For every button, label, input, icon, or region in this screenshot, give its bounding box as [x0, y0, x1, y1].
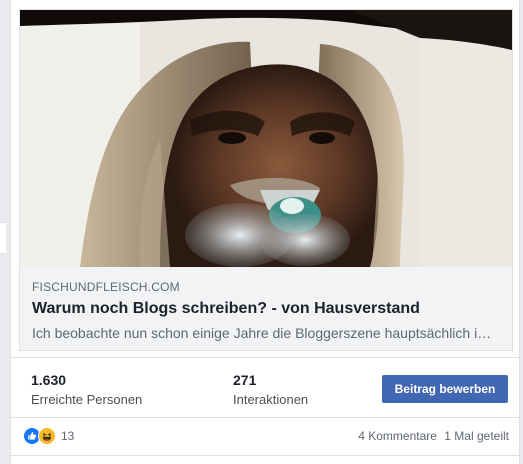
post-insights-row: 1.630 Erreichte Personen 271 Interaktion…: [11, 357, 519, 417]
link-title[interactable]: Warum noch Blogs schreiben? - von Hausve…: [32, 298, 502, 320]
divider: [11, 455, 519, 456]
reach-label: Erreichte Personen: [31, 392, 143, 407]
link-preview[interactable]: FISCHUNDFLEISCH.COM Warum noch Blogs sch…: [19, 9, 513, 351]
link-domain: FISCHUNDFLEISCH.COM: [32, 280, 180, 294]
boost-post-button[interactable]: Beitrag bewerben: [382, 375, 508, 403]
reactions-count: 13: [61, 429, 75, 443]
comments-count-link[interactable]: 4 Kommentare: [358, 429, 437, 443]
link-description: Ich beobachte nun schon einige Jahre die…: [32, 325, 502, 341]
reactions-summary[interactable]: 13: [23, 427, 74, 445]
left-background: [0, 0, 10, 464]
post-card: FISCHUNDFLEISCH.COM Warum noch Blogs sch…: [10, 0, 520, 464]
shares-count-link[interactable]: 1 Mal geteilt: [444, 429, 509, 443]
engagement-label: Interaktionen: [233, 392, 309, 407]
reach-stat[interactable]: 1.630 Erreichte Personen: [31, 371, 142, 409]
comments-shares: 4 Kommentare 1 Mal geteilt: [358, 427, 509, 445]
adjacent-panel-edge: [0, 222, 6, 254]
engagement-stat[interactable]: 271 Interaktionen: [233, 371, 308, 409]
reach-value: 1.630: [31, 372, 67, 388]
link-preview-meta[interactable]: FISCHUNDFLEISCH.COM Warum noch Blogs sch…: [32, 279, 502, 343]
haha-icon: [38, 427, 56, 445]
engagement-value: 271: [233, 372, 257, 388]
post-footer: 13 4 Kommentare 1 Mal geteilt: [11, 417, 519, 455]
link-preview-image[interactable]: [20, 10, 512, 267]
